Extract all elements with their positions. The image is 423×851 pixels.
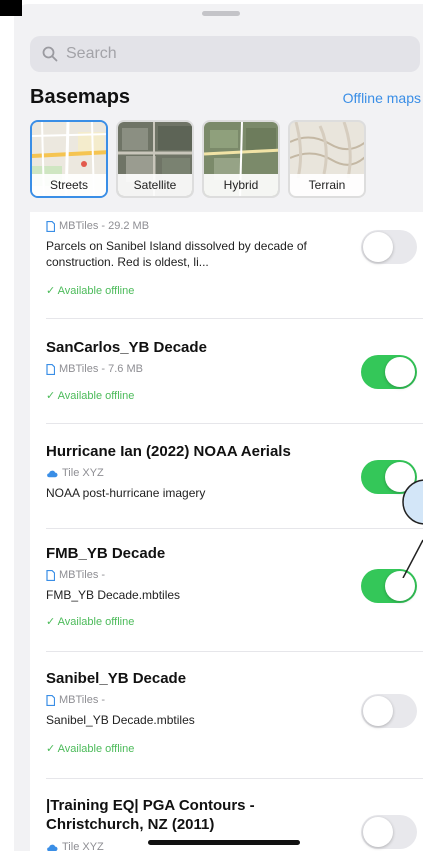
- layer-type: MBTiles - 29.2 MB: [46, 220, 149, 232]
- layer-title: FMB_YB Decade: [46, 545, 166, 562]
- file-icon: [46, 694, 55, 706]
- offline-maps-link[interactable]: Offline maps: [343, 90, 421, 106]
- layer-toggle[interactable]: [361, 355, 417, 389]
- basemap-satellite[interactable]: Satellite: [116, 120, 194, 198]
- toggle-knob: [385, 357, 415, 387]
- basemaps-heading: Basemaps: [30, 86, 131, 108]
- layer-toggle[interactable]: [361, 230, 417, 264]
- basemap-picker: Streets Satellite Hybrid Terrain: [30, 120, 366, 198]
- file-icon: [46, 363, 55, 375]
- layer-type-label: MBTiles -: [59, 569, 106, 581]
- layer-title: Sanibel_YB Decade: [46, 670, 187, 687]
- available-offline-badge: ✓ Available offline: [46, 390, 135, 402]
- cloud-icon: [47, 844, 58, 851]
- basemap-streets[interactable]: Streets: [30, 120, 108, 198]
- layer-toggle[interactable]: [361, 694, 417, 728]
- list-item: Sanibel_YB Decade MBTiles - Sanibel_YB D…: [30, 652, 423, 779]
- layer-type-label: MBTiles -: [59, 694, 106, 706]
- screen-corner: [0, 0, 22, 16]
- layer-title: SanCarlos_YB Decade: [46, 339, 207, 356]
- available-offline-badge: ✓ Available offline: [46, 285, 135, 297]
- layer-type: MBTiles - 7.6 MB: [46, 363, 143, 375]
- list-item: FMB_YB Decade MBTiles - FMB_YB Decade.mb…: [30, 529, 423, 652]
- layer-description: FMB_YB Decade.mbtiles: [46, 588, 181, 602]
- list-item: SanCarlos_YB Decade MBTiles - 7.6 MB ✓ A…: [30, 319, 423, 424]
- toggle-knob: [363, 232, 393, 262]
- layer-type-label: Tile XYZ: [62, 841, 104, 851]
- layers-sheet: Basemaps Offline maps Streets: [14, 4, 423, 851]
- layer-type-label: MBTiles - 7.6 MB: [59, 363, 143, 375]
- basemap-terrain[interactable]: Terrain: [288, 120, 366, 198]
- cloud-icon: [47, 470, 58, 477]
- layer-type: MBTiles -: [46, 569, 105, 581]
- layer-type: Tile XYZ: [46, 467, 104, 479]
- layer-toggle[interactable]: [361, 815, 417, 849]
- layer-description: NOAA post-hurricane imagery: [46, 486, 206, 500]
- layer-title: Hurricane Ian (2022) NOAA Aerials: [46, 443, 291, 460]
- layer-type: MBTiles -: [46, 694, 105, 706]
- layer-description: Parcels on Sanibel Island dissolved by d…: [46, 239, 307, 269]
- available-offline-badge: ✓ Available offline: [46, 743, 135, 755]
- basemap-label: Terrain: [290, 174, 364, 196]
- available-offline-badge: ✓ Available offline: [46, 616, 135, 628]
- layer-list[interactable]: MBTiles - 29.2 MB Parcels on Sanibel Isl…: [30, 212, 423, 851]
- file-icon: [46, 569, 55, 581]
- search-input[interactable]: [64, 44, 398, 64]
- layer-type: Tile XYZ: [46, 841, 104, 851]
- file-icon: [46, 220, 55, 232]
- basemap-label: Satellite: [118, 174, 192, 196]
- home-indicator: [148, 840, 300, 845]
- list-item: MBTiles - 29.2 MB Parcels on Sanibel Isl…: [30, 212, 423, 319]
- sheet-grabber[interactable]: [202, 11, 240, 16]
- list-item: Hurricane Ian (2022) NOAA Aerials Tile X…: [30, 424, 423, 529]
- search-bar[interactable]: [30, 36, 420, 72]
- layer-title: |Training EQ| PGA Contours - Christchurc…: [46, 797, 255, 833]
- basemap-label: Streets: [32, 174, 106, 196]
- annotation-callout: [402, 479, 423, 578]
- layer-type-label: Tile XYZ: [62, 467, 104, 479]
- layer-description: Sanibel_YB Decade.mbtiles: [46, 713, 195, 727]
- search-icon: [42, 46, 58, 62]
- basemap-hybrid[interactable]: Hybrid: [202, 120, 280, 198]
- toggle-knob: [363, 696, 393, 726]
- layer-type-label: MBTiles - 29.2 MB: [59, 220, 150, 232]
- toggle-knob: [363, 817, 393, 847]
- basemap-label: Hybrid: [204, 174, 278, 196]
